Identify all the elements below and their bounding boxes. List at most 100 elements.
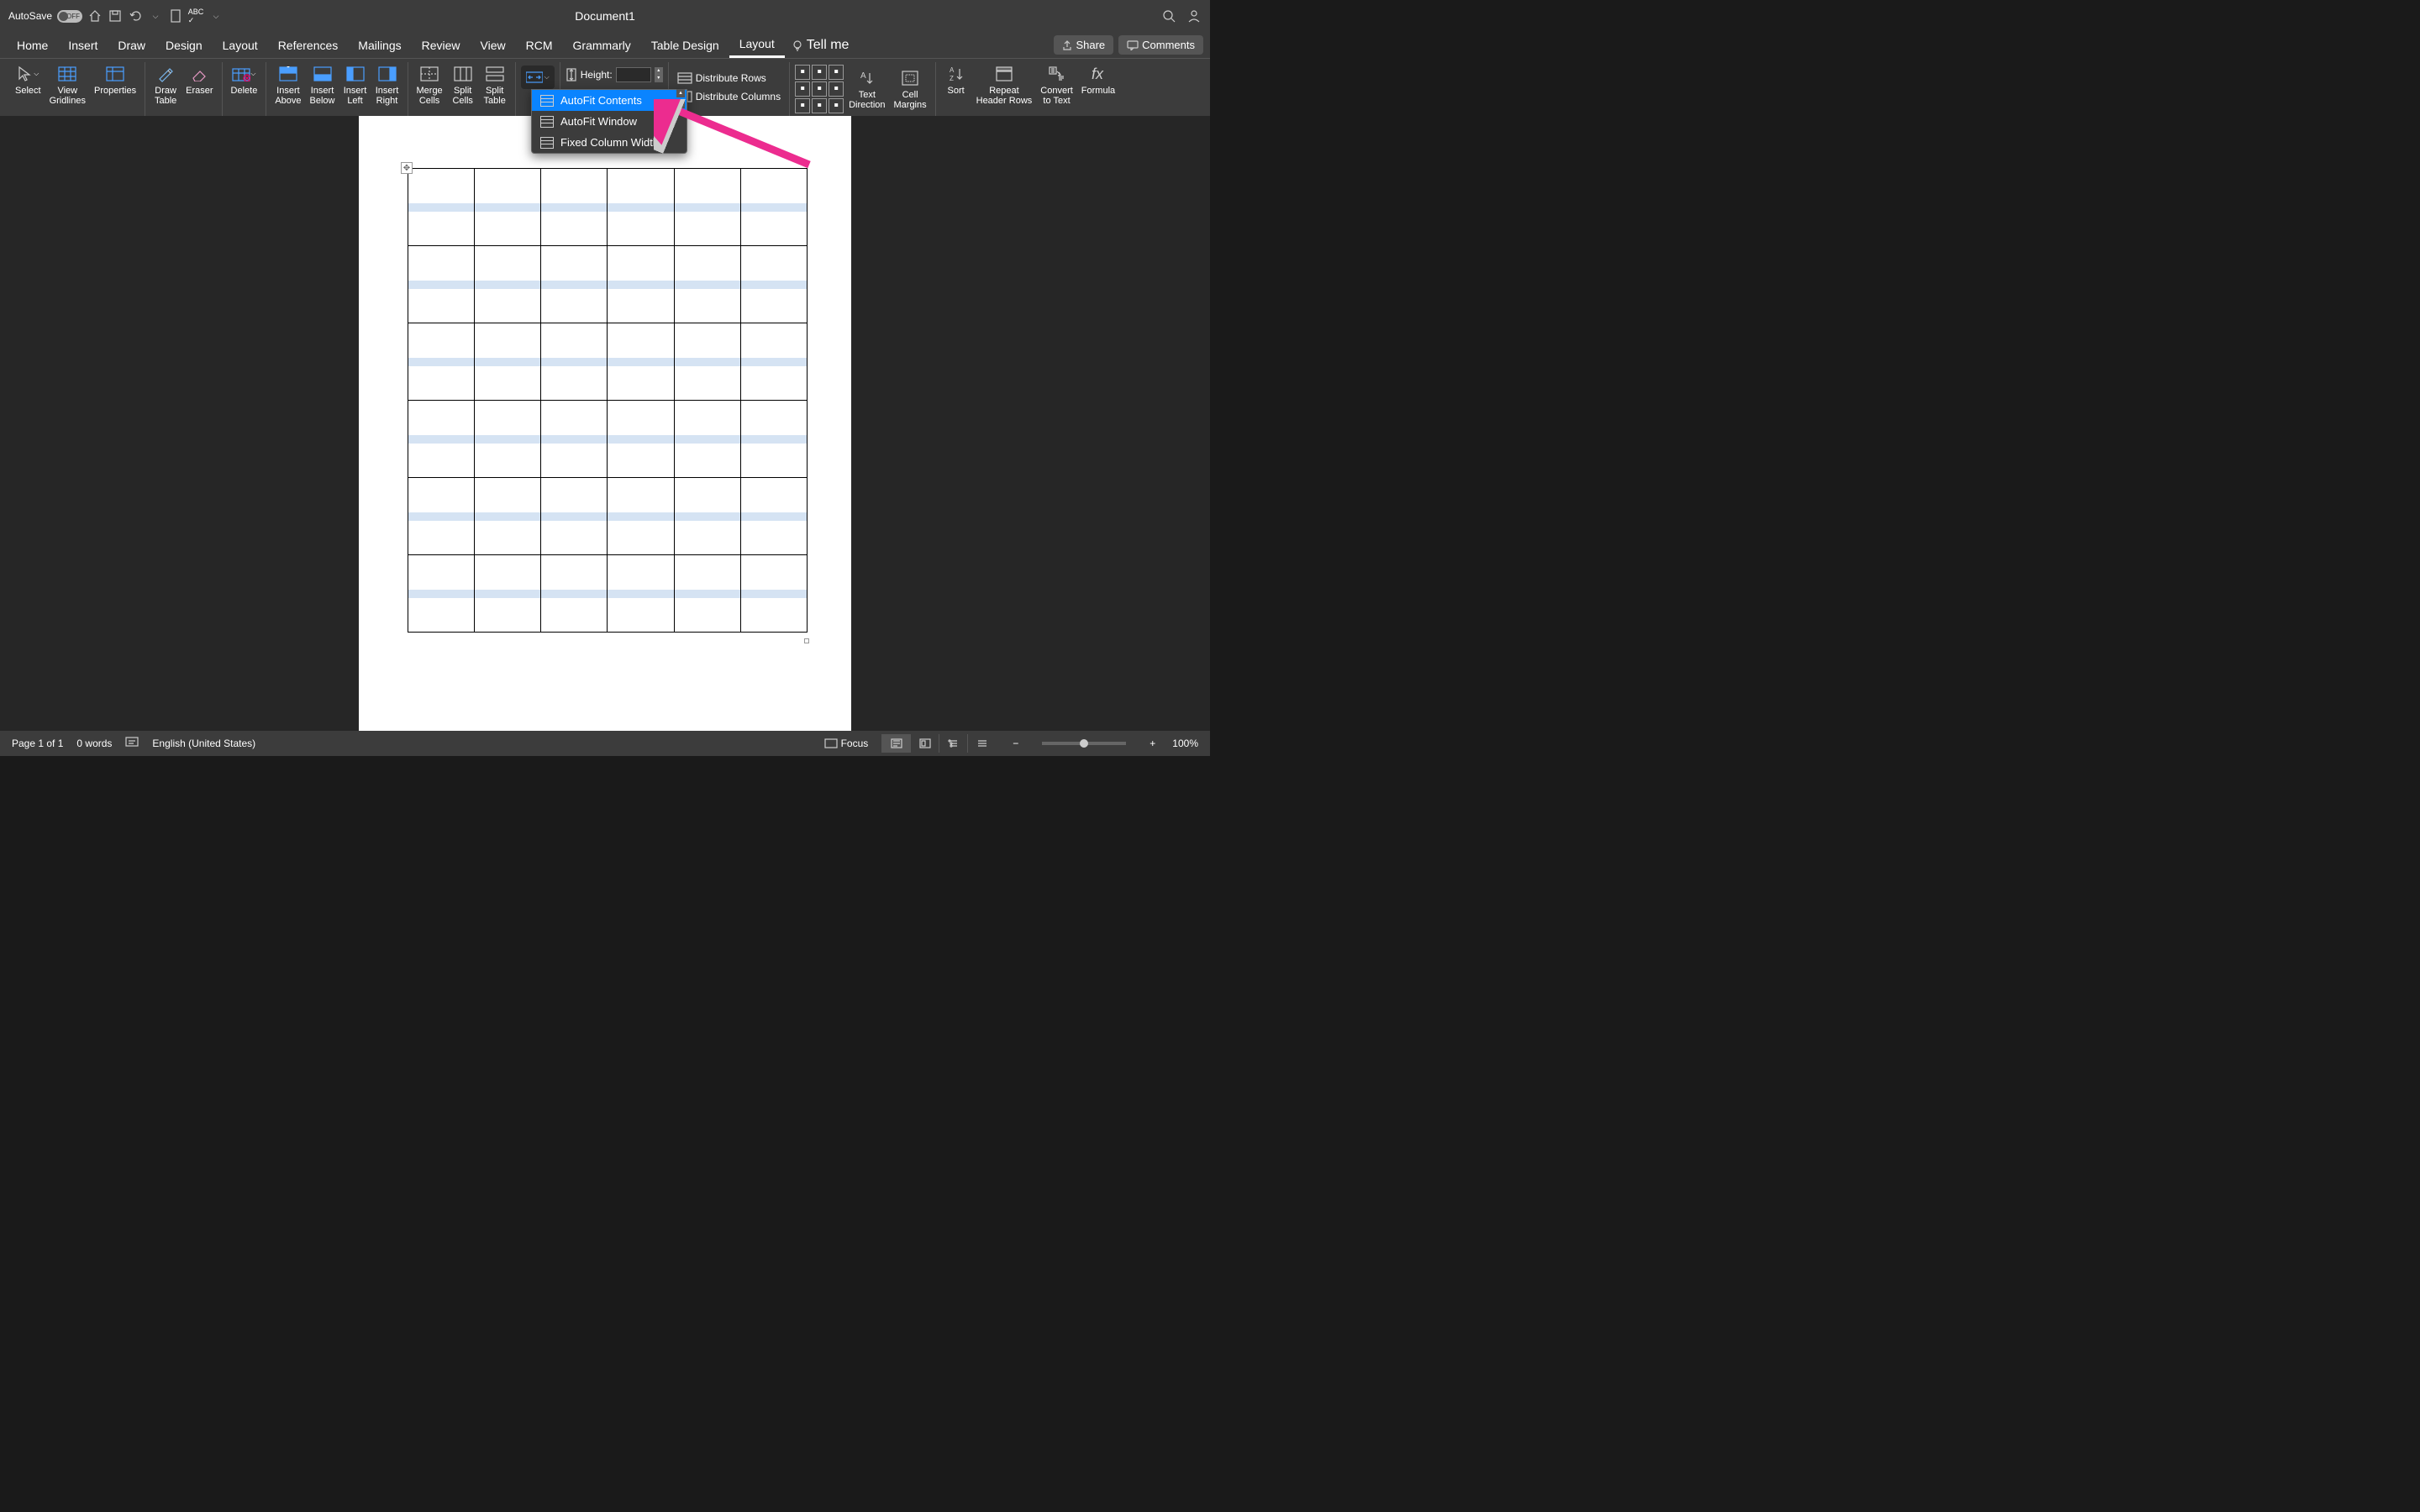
autofit-button[interactable]: ⌵ <box>521 66 555 89</box>
table-cell[interactable] <box>475 169 541 246</box>
table-cell[interactable] <box>740 401 807 478</box>
autosave-toggle[interactable]: AutoSave OFF <box>8 10 82 23</box>
table-cell[interactable] <box>608 246 674 323</box>
undo-icon[interactable] <box>128 8 143 24</box>
table-cell[interactable] <box>608 401 674 478</box>
tab-grammarly[interactable]: Grammarly <box>563 34 641 57</box>
draw-table-tool[interactable]: Draw Table <box>150 62 181 108</box>
align-mc[interactable]: ▪ <box>812 81 827 97</box>
table-cell[interactable] <box>475 401 541 478</box>
sort-tool[interactable]: AZ Sort <box>941 62 971 97</box>
save-icon[interactable] <box>108 8 123 24</box>
text-direction-tool[interactable]: A Text Direction <box>845 66 888 112</box>
table-cell[interactable] <box>608 555 674 633</box>
table-cell[interactable] <box>541 478 608 555</box>
tab-mailings[interactable]: Mailings <box>348 34 411 57</box>
autofit-window-item[interactable]: AutoFit Window <box>532 111 687 132</box>
formula-tool[interactable]: fx Formula <box>1078 62 1118 97</box>
table-cell[interactable] <box>674 169 740 246</box>
eraser-tool[interactable]: Eraser <box>182 62 216 97</box>
table-cell[interactable] <box>475 323 541 401</box>
table-cell[interactable] <box>740 555 807 633</box>
focus-mode[interactable]: Focus <box>824 738 869 749</box>
table-cell[interactable] <box>608 478 674 555</box>
align-br[interactable]: ▪ <box>829 98 844 113</box>
table-cell[interactable] <box>541 401 608 478</box>
table-cell[interactable] <box>475 478 541 555</box>
zoom-slider[interactable] <box>1042 742 1126 745</box>
tab-design[interactable]: Design <box>155 34 213 57</box>
search-icon[interactable] <box>1161 8 1176 24</box>
table-cell[interactable] <box>541 246 608 323</box>
language-indicator[interactable]: English (United States) <box>152 738 255 749</box>
table-cell[interactable] <box>408 169 475 246</box>
distribute-rows[interactable]: Distribute Rows <box>674 71 784 86</box>
view-gridlines-tool[interactable]: View Gridlines <box>46 62 89 108</box>
cell-margins-tool[interactable]: Cell Margins <box>891 66 930 112</box>
tab-table-design[interactable]: Table Design <box>641 34 729 57</box>
table-cell[interactable] <box>475 246 541 323</box>
table-cell[interactable] <box>740 169 807 246</box>
dropdown-scroll-up[interactable]: ▴ <box>676 89 685 97</box>
table-row[interactable] <box>408 478 808 555</box>
tab-home[interactable]: Home <box>7 34 58 57</box>
align-ml[interactable]: ▪ <box>795 81 810 97</box>
zoom-level[interactable]: 100% <box>1172 738 1198 749</box>
split-cells-tool[interactable]: Split Cells <box>448 62 478 108</box>
table-cell[interactable] <box>740 478 807 555</box>
comments-button[interactable]: Comments <box>1118 35 1203 55</box>
distribute-columns[interactable]: Distribute Columns <box>674 89 784 104</box>
repeat-header-tool[interactable]: Repeat Header Rows <box>973 62 1036 108</box>
new-doc-icon[interactable] <box>168 8 183 24</box>
word-count[interactable]: 0 words <box>76 738 112 749</box>
align-tr[interactable]: ▪ <box>829 65 844 80</box>
table-cell[interactable] <box>608 169 674 246</box>
table-cell[interactable] <box>408 246 475 323</box>
print-layout-view[interactable] <box>881 734 910 753</box>
zoom-out[interactable]: − <box>1009 738 1022 749</box>
table-row[interactable] <box>408 169 808 246</box>
tab-layout[interactable]: Layout <box>213 34 268 57</box>
insert-right-tool[interactable]: Insert Right <box>372 62 402 108</box>
tab-draw[interactable]: Draw <box>108 34 155 57</box>
table-row[interactable] <box>408 555 808 633</box>
table-cell[interactable] <box>608 323 674 401</box>
web-layout-view[interactable] <box>910 734 939 753</box>
table-row[interactable] <box>408 401 808 478</box>
dropdown-scroll-down[interactable]: ▾ <box>676 100 685 108</box>
tab-table-layout[interactable]: Layout <box>729 32 785 58</box>
spell-icon[interactable] <box>125 737 139 751</box>
spellcheck-icon[interactable]: ABC✓ <box>188 8 203 24</box>
table-row[interactable] <box>408 323 808 401</box>
undo-dropdown-icon[interactable]: ⌵ <box>148 8 163 24</box>
tab-insert[interactable]: Insert <box>58 34 108 57</box>
height-input[interactable] <box>616 67 651 82</box>
align-bc[interactable]: ▪ <box>812 98 827 113</box>
align-tc[interactable]: ▪ <box>812 65 827 80</box>
table-cell[interactable] <box>408 401 475 478</box>
qat-dropdown-icon[interactable]: ⌵ <box>208 8 224 24</box>
document-area[interactable]: ✥ <box>0 116 1210 731</box>
align-tl[interactable]: ▪ <box>795 65 810 80</box>
fixed-width-item[interactable]: Fixed Column Width <box>532 132 687 153</box>
insert-above-tool[interactable]: Insert Above <box>271 62 304 108</box>
share-button[interactable]: Share <box>1054 35 1113 55</box>
table-cell[interactable] <box>740 323 807 401</box>
table-cell[interactable] <box>541 555 608 633</box>
tab-rcm[interactable]: RCM <box>516 34 563 57</box>
table-cell[interactable] <box>674 246 740 323</box>
table-resize-handle[interactable] <box>804 638 809 643</box>
properties-tool[interactable]: Properties <box>91 62 139 97</box>
height-down[interactable]: ▾ <box>655 75 663 82</box>
table-row[interactable] <box>408 246 808 323</box>
table-cell[interactable] <box>541 323 608 401</box>
table-cell[interactable] <box>408 323 475 401</box>
zoom-in[interactable]: + <box>1146 738 1159 749</box>
table-cell[interactable] <box>475 555 541 633</box>
insert-below-tool[interactable]: Insert Below <box>307 62 339 108</box>
align-bl[interactable]: ▪ <box>795 98 810 113</box>
delete-tool[interactable]: ⌵ Delete <box>228 62 261 97</box>
insert-left-tool[interactable]: Insert Left <box>340 62 371 108</box>
table-cell[interactable] <box>541 169 608 246</box>
select-tool[interactable]: ⌵ Select <box>12 62 45 97</box>
